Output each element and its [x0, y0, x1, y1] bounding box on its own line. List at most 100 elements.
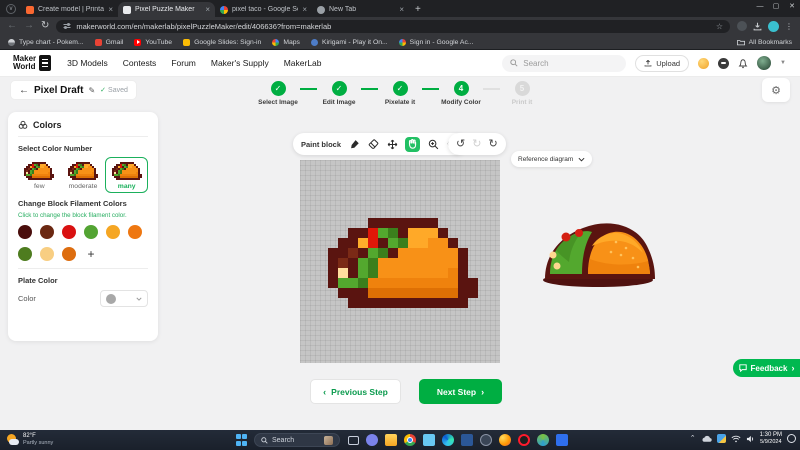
- filament-color-swatch[interactable]: [106, 225, 120, 239]
- pixel-block[interactable]: [388, 248, 398, 258]
- tab-close-icon[interactable]: ×: [399, 5, 404, 14]
- pixel-block[interactable]: [398, 218, 408, 228]
- onedrive-cloud-icon[interactable]: [701, 435, 712, 443]
- pixel-block[interactable]: [348, 268, 358, 278]
- pixel-canvas[interactable]: [300, 160, 500, 363]
- pixel-block[interactable]: [388, 238, 398, 248]
- pixel-block[interactable]: [428, 238, 438, 248]
- taskbar-app-task-view[interactable]: [346, 433, 360, 447]
- filament-color-swatch[interactable]: [18, 225, 32, 239]
- nav-item-maker-s-supply[interactable]: Maker's Supply: [211, 58, 269, 68]
- back-icon[interactable]: ←: [7, 21, 17, 31]
- plate-color-select[interactable]: [100, 290, 148, 307]
- pixel-block[interactable]: [398, 288, 408, 298]
- browser-tab[interactable]: Create model | Printables.com×: [21, 2, 118, 17]
- taskbar-app-photos[interactable]: [555, 433, 569, 447]
- taskbar-app-file-explorer[interactable]: [384, 433, 398, 447]
- pixel-block[interactable]: [388, 258, 398, 268]
- taskbar-app-focus[interactable]: [479, 433, 493, 447]
- pixel-block[interactable]: [398, 278, 408, 288]
- pixel-block[interactable]: [368, 258, 378, 268]
- taskbar-search-input[interactable]: Search: [254, 433, 340, 447]
- pixel-block[interactable]: [328, 268, 338, 278]
- pixel-block[interactable]: [428, 288, 438, 298]
- pixel-block[interactable]: [358, 228, 368, 238]
- pixel-block[interactable]: [338, 248, 348, 258]
- bookmark-item[interactable]: Sign in - Google Ac...: [399, 39, 474, 46]
- pixel-block[interactable]: [418, 248, 428, 258]
- pixel-block[interactable]: [348, 238, 358, 248]
- pixel-block[interactable]: [348, 288, 358, 298]
- nav-item-contests[interactable]: Contests: [123, 58, 157, 68]
- taskbar-app-chat[interactable]: [365, 433, 379, 447]
- pixel-block[interactable]: [378, 228, 388, 238]
- pixel-block[interactable]: [398, 268, 408, 278]
- paint-brush-icon[interactable]: [348, 138, 360, 150]
- pixel-block[interactable]: [338, 278, 348, 288]
- pixel-block[interactable]: [338, 258, 348, 268]
- step-select-image[interactable]: ✓Select Image: [256, 81, 300, 106]
- bookmark-item[interactable]: Type chart - Pokem...: [8, 39, 84, 46]
- tab-search-icon[interactable]: v: [6, 4, 16, 14]
- pixel-block[interactable]: [348, 258, 358, 268]
- pixel-block[interactable]: [428, 298, 438, 308]
- reset-icon[interactable]: ↻: [488, 139, 497, 150]
- pixel-block[interactable]: [408, 298, 418, 308]
- next-step-button[interactable]: Next Step ›: [419, 379, 502, 404]
- pixel-block[interactable]: [428, 268, 438, 278]
- pixel-block[interactable]: [448, 248, 458, 258]
- pixel-block[interactable]: [458, 288, 468, 298]
- settings-button[interactable]: ⚙: [762, 78, 790, 102]
- filament-color-swatch[interactable]: [40, 247, 54, 261]
- pixel-block[interactable]: [368, 298, 378, 308]
- nav-item-3d-models[interactable]: 3D Models: [67, 58, 108, 68]
- pixel-block[interactable]: [348, 228, 358, 238]
- pixel-block[interactable]: [438, 248, 448, 258]
- pixel-block[interactable]: [378, 248, 388, 258]
- pixel-block[interactable]: [378, 238, 388, 248]
- pixel-block[interactable]: [398, 258, 408, 268]
- start-button[interactable]: [236, 434, 248, 446]
- notifications-bell-icon[interactable]: [738, 58, 748, 69]
- credits-coin-icon[interactable]: [698, 58, 709, 69]
- pixel-block[interactable]: [358, 238, 368, 248]
- notification-center-icon[interactable]: [787, 434, 796, 443]
- redo-icon[interactable]: ↻: [472, 139, 481, 150]
- bookmark-item[interactable]: Google Slides: Sign-in: [183, 39, 261, 46]
- pixel-block[interactable]: [388, 218, 398, 228]
- pixel-block[interactable]: [338, 268, 348, 278]
- wifi-icon[interactable]: [731, 435, 741, 443]
- step-print-it[interactable]: 5Print it: [500, 81, 544, 106]
- pixel-block[interactable]: [358, 248, 368, 258]
- option-few[interactable]: few: [18, 157, 61, 193]
- pixel-block[interactable]: [358, 288, 368, 298]
- pixel-block[interactable]: [348, 248, 358, 258]
- pixel-block[interactable]: [408, 258, 418, 268]
- avatar-caret-icon[interactable]: ▼: [780, 60, 786, 66]
- pixel-block[interactable]: [408, 248, 418, 258]
- option-many[interactable]: many: [105, 157, 148, 193]
- pixel-block[interactable]: [358, 298, 368, 308]
- option-moderate[interactable]: moderate: [62, 157, 105, 193]
- all-bookmarks-button[interactable]: All Bookmarks: [737, 39, 792, 46]
- pixel-block[interactable]: [458, 258, 468, 268]
- taskbar-app-opera[interactable]: [517, 433, 531, 447]
- step-modify-color[interactable]: 4Modify Color: [439, 81, 483, 106]
- tab-close-icon[interactable]: ×: [302, 5, 307, 14]
- pixel-block[interactable]: [418, 288, 428, 298]
- pixel-block[interactable]: [458, 298, 468, 308]
- user-avatar[interactable]: [757, 56, 771, 70]
- pixel-block[interactable]: [388, 288, 398, 298]
- pixel-block[interactable]: [368, 248, 378, 258]
- url-text[interactable]: makerworld.com/en/makerlab/pixelPuzzleMa…: [76, 22, 710, 31]
- pixel-block[interactable]: [378, 288, 388, 298]
- back-to-makerlab-icon[interactable]: ←: [19, 85, 29, 96]
- taskbar-app-store[interactable]: [422, 433, 436, 447]
- pixel-block[interactable]: [438, 298, 448, 308]
- previous-step-button[interactable]: ‹ Previous Step: [310, 379, 401, 404]
- new-tab-button[interactable]: +: [415, 4, 421, 15]
- reference-diagram-toggle[interactable]: Reference diagram: [511, 151, 592, 167]
- bookmark-star-icon[interactable]: ☆: [716, 22, 723, 31]
- nav-item-makerlab[interactable]: MakerLab: [284, 58, 322, 68]
- nav-item-forum[interactable]: Forum: [171, 58, 196, 68]
